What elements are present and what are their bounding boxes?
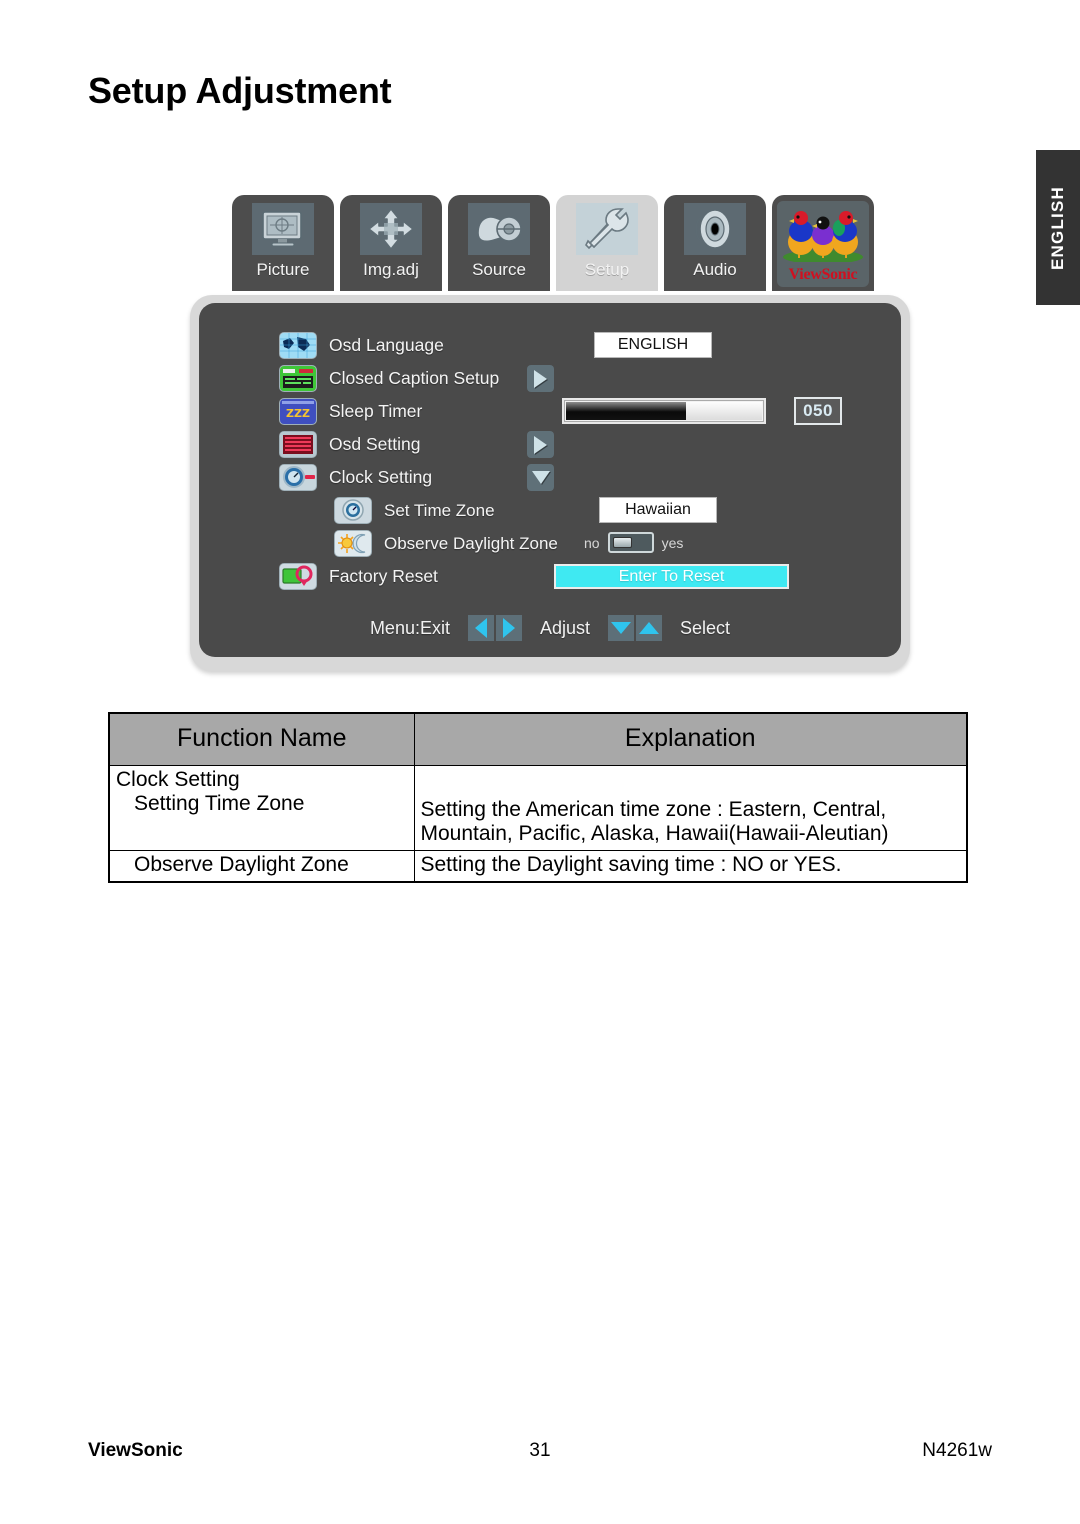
- osd-tab-label: Source: [472, 260, 526, 279]
- osd-tab-bar: Picture Img.adj Source Setup Audio ViewS…: [190, 195, 910, 295]
- osd-tab-label: Img.adj: [363, 260, 419, 279]
- zzz-icon: ZZZ: [279, 398, 317, 425]
- osd-tab-label: Picture: [256, 260, 310, 279]
- factory-reset-icon: [279, 563, 317, 590]
- toggle-knob: [612, 537, 632, 548]
- explanation-line: Setting the American time zone : Eastern…: [420, 798, 887, 821]
- osd-row-label: Observe Daylight Zone: [384, 533, 558, 553]
- table-row: Clock Setting Setting Time Zone Setting …: [108, 765, 968, 851]
- sleep-timer-slider[interactable]: [562, 398, 766, 424]
- osd-row-label: Set Time Zone: [384, 500, 495, 520]
- explanation-line: Mountain, Pacific, Alaska, Hawaii(Hawaii…: [420, 822, 889, 845]
- select-hint: Select: [680, 617, 731, 638]
- arrow-right-icon[interactable]: [495, 615, 522, 641]
- table-header-row: Function Name Explanation: [108, 712, 968, 766]
- footer-model: N4261w: [922, 1440, 992, 1461]
- clock-small-icon: [334, 497, 372, 524]
- adjust-hint: Adjust: [539, 617, 591, 638]
- osd-tab-source[interactable]: Source: [448, 195, 550, 291]
- set-time-zone-value[interactable]: Hawaiian: [599, 497, 717, 523]
- column-header-function-name: Function Name: [108, 712, 415, 766]
- toggle-switch[interactable]: [607, 532, 654, 553]
- page-footer: ViewSonic 31 N4261w: [0, 1440, 1080, 1470]
- osd-row-sleep-timer[interactable]: ZZZ Sleep Timer 050: [199, 395, 901, 428]
- left-right-keys[interactable]: [467, 615, 522, 641]
- document-page: Setup Adjustment ENGLISH Picture Img.adj…: [0, 0, 1080, 1524]
- observe-daylight-toggle[interactable]: no yes: [584, 532, 683, 553]
- osd-row-osd-language[interactable]: Osd Language ENGLISH: [199, 329, 901, 362]
- column-header-explanation: Explanation: [413, 712, 968, 766]
- clock-dial-icon: [279, 464, 317, 491]
- osd-panel-frame: Osd Language ENGLISH Closed Caption Setu…: [190, 295, 910, 671]
- osd-tab-img-adj[interactable]: Img.adj: [340, 195, 442, 291]
- cell-function-name: Observe Daylight Zone: [108, 850, 415, 883]
- function-main-label: Clock Setting: [116, 768, 240, 791]
- chevron-right-icon[interactable]: [527, 365, 554, 392]
- chevron-right-icon[interactable]: [527, 431, 554, 458]
- osd-row-observe-daylight-zone[interactable]: Observe Daylight Zone no yes: [199, 527, 901, 560]
- page-title: Setup Adjustment: [88, 70, 392, 111]
- monitor-icon: [252, 203, 314, 255]
- osd-row-label: Osd Setting: [329, 434, 421, 454]
- svg-text:ZZZ: ZZZ: [286, 407, 310, 420]
- language-tab-english: ENGLISH: [1036, 150, 1080, 305]
- toggle-off-label: no: [584, 534, 600, 551]
- osd-key-hints: Menu:Exit Adjust Select: [199, 615, 901, 647]
- osd-row-clock-setting[interactable]: Clock Setting: [199, 461, 901, 494]
- function-sub-label: Setting Time Zone: [134, 792, 305, 815]
- world-map-icon: [279, 332, 317, 359]
- tools-icon: [576, 203, 638, 255]
- cell-explanation: Setting the American time zone : Eastern…: [413, 765, 968, 851]
- down-up-keys[interactable]: [608, 615, 663, 641]
- osd-tab-label: Audio: [693, 260, 737, 279]
- explanation-line: Setting the Daylight saving time : NO or…: [420, 853, 842, 876]
- function-sub-label: Observe Daylight Zone: [134, 853, 349, 876]
- footer-page-number: 31: [529, 1440, 551, 1461]
- cell-explanation: Setting the Daylight saving time : NO or…: [413, 850, 968, 883]
- speaker-icon: [684, 203, 746, 255]
- osd-row-label: Factory Reset: [329, 566, 438, 586]
- osd-row-set-time-zone[interactable]: Set Time Zone Hawaiian: [199, 494, 901, 527]
- arrow-down-icon[interactable]: [608, 615, 635, 641]
- cell-function-name: Clock Setting Setting Time Zone: [108, 765, 415, 851]
- table-row: Observe Daylight Zone Setting the Daylig…: [108, 850, 968, 883]
- osd-mock: Picture Img.adj Source Setup Audio ViewS…: [190, 195, 910, 671]
- osd-tab-label: Setup: [584, 260, 630, 279]
- arrow-up-icon[interactable]: [636, 615, 663, 641]
- osd-row-label: Sleep Timer: [329, 401, 423, 421]
- osd-row-label: Closed Caption Setup: [329, 368, 500, 388]
- sun-moon-icon: [334, 530, 372, 557]
- chevron-down-icon[interactable]: [527, 464, 554, 491]
- osd-tab-viewsonic[interactable]: ViewSonic: [772, 195, 874, 291]
- osd-row-factory-reset[interactable]: Factory Reset Enter To Reset: [199, 560, 901, 593]
- plug-input-icon: [468, 203, 530, 255]
- osd-tab-picture[interactable]: Picture: [232, 195, 334, 291]
- osd-row-osd-setting[interactable]: Osd Setting: [199, 428, 901, 461]
- osd-stripes-icon: [279, 431, 317, 458]
- osd-tab-setup[interactable]: Setup: [556, 195, 658, 291]
- enter-to-reset-button[interactable]: Enter To Reset: [554, 564, 789, 589]
- menu-exit-hint: Menu:Exit: [369, 617, 450, 638]
- osd-language-value[interactable]: ENGLISH: [594, 332, 712, 358]
- language-tab-label: ENGLISH: [1048, 185, 1067, 270]
- osd-row-label: Clock Setting: [329, 467, 433, 487]
- osd-panel: Osd Language ENGLISH Closed Caption Setu…: [199, 303, 901, 657]
- osd-row-closed-caption-setup[interactable]: Closed Caption Setup: [199, 362, 901, 395]
- osd-tab-audio[interactable]: Audio: [664, 195, 766, 291]
- toggle-on-label: yes: [661, 534, 684, 551]
- four-arrows-icon: [360, 203, 422, 255]
- arrow-left-icon[interactable]: [467, 615, 494, 641]
- osd-row-label: Osd Language: [329, 335, 444, 355]
- sleep-timer-value: 050: [794, 397, 842, 425]
- function-explanation-table: Function Name Explanation Clock Setting …: [108, 712, 968, 883]
- caption-icon: [279, 365, 317, 392]
- viewsonic-wordmark: ViewSonic: [788, 266, 858, 283]
- viewsonic-birds-logo: ViewSonic: [777, 201, 869, 287]
